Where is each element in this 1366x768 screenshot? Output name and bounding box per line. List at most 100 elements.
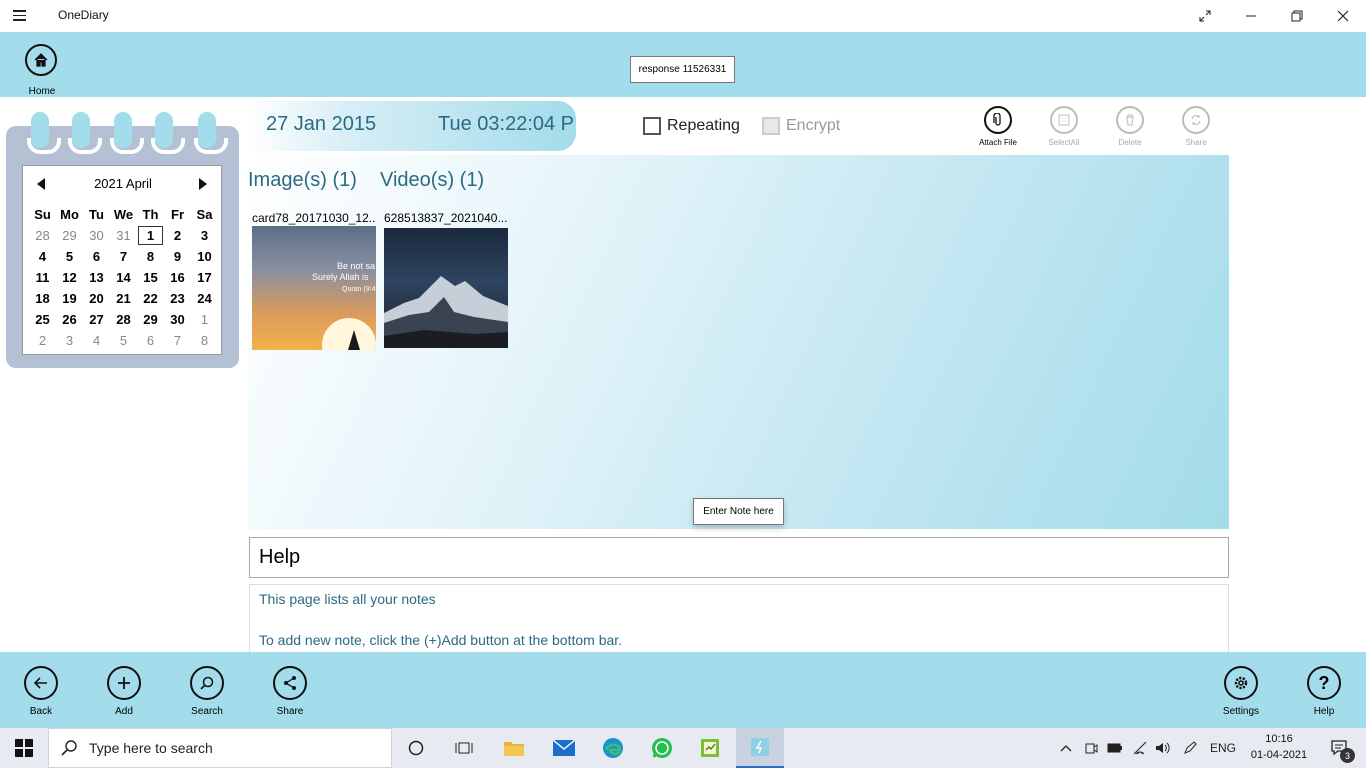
tab-images[interactable]: Image(s) (1) [248,169,357,192]
calendar-day[interactable]: 3 [56,330,83,351]
clock-date: 01-04-2021 [1250,749,1308,761]
restore-icon[interactable] [1274,0,1320,32]
tab-videos[interactable]: Video(s) (1) [380,169,484,192]
add-button[interactable]: Add [99,666,149,717]
edge-browser-icon[interactable] [589,728,637,768]
calendar-day[interactable]: 8 [191,330,218,351]
encrypt-checkbox[interactable]: Encrypt [762,117,840,135]
taskbar-search-box[interactable]: Type here to search [48,728,392,768]
cortana-icon[interactable] [392,728,440,768]
calendar-day[interactable]: 4 [29,246,56,267]
calendar-grid: Su Mo Tu We Th Fr Sa 28 29 30 31 1 2 3 4 5 6 7 8 9 10 11 12 13 1… [29,204,218,351]
calendar-day[interactable]: 24 [191,288,218,309]
calendar-day[interactable]: 2 [164,225,191,246]
help-button[interactable]: ? Help [1299,666,1349,717]
note-title-input[interactable] [249,537,1229,578]
question-icon: ? [1307,666,1341,700]
calendar-day[interactable]: 11 [29,267,56,288]
battery-icon[interactable] [1104,728,1126,768]
pen-workspace-icon[interactable] [1178,728,1202,768]
hamburger-menu-icon[interactable] [13,8,33,24]
calendar-day[interactable]: 6 [83,246,110,267]
settings-button[interactable]: Settings [1216,666,1266,717]
search-button[interactable]: Search [182,666,232,717]
mail-icon[interactable] [540,728,588,768]
calendar-day[interactable]: 28 [29,225,56,246]
minimize-icon[interactable] [1228,0,1274,32]
share-toolbar-button[interactable]: Share [1171,106,1221,147]
image-thumbnail[interactable]: Be not sa Surely Allah is Quran (9:4 [252,226,376,350]
calendar-day[interactable]: 29 [137,309,164,330]
volume-icon[interactable] [1152,728,1174,768]
calendar-day[interactable]: 6 [137,330,164,351]
video-thumbnail[interactable] [384,228,508,348]
language-indicator[interactable]: ENG [1206,728,1240,768]
calendar-day[interactable]: 3 [191,225,218,246]
calendar-day[interactable]: 21 [110,288,137,309]
calendar-day[interactable]: 10 [191,246,218,267]
select-all-button[interactable]: SelectAll [1039,106,1089,147]
calendar-day[interactable]: 30 [83,225,110,246]
calendar-day[interactable]: 28 [110,309,137,330]
calendar-day[interactable]: 1 [137,225,164,246]
note-line-2: To add new note, click the (+)Add button… [259,632,623,648]
calendar-day[interactable]: 4 [83,330,110,351]
notes-app-icon[interactable] [686,728,734,768]
next-month-icon[interactable] [199,178,207,190]
fullscreen-icon[interactable] [1182,0,1228,32]
calendar-day[interactable]: 7 [164,330,191,351]
calendar-day[interactable]: 25 [29,309,56,330]
onediary-taskbar-icon[interactable] [736,728,784,768]
close-icon[interactable] [1320,0,1366,32]
repeating-checkbox[interactable]: Repeating [643,117,740,135]
calendar-day[interactable]: 5 [56,246,83,267]
image-caption-line3: Quran (9:4 [342,286,376,293]
calendar-day[interactable]: 12 [56,267,83,288]
calendar-day[interactable]: 14 [110,267,137,288]
calendar-day[interactable]: 8 [137,246,164,267]
notifications-button[interactable]: 3 [1320,728,1360,768]
calendar-day[interactable]: 9 [164,246,191,267]
date-banner[interactable]: 27 Jan 2015 Tue 03:22:04 P [248,101,576,151]
calendar-day[interactable]: 7 [110,246,137,267]
calendar-day-header: Sa [196,207,213,222]
calendar-day[interactable]: 1 [191,309,218,330]
task-view-icon[interactable] [440,728,488,768]
calendar-day[interactable]: 26 [56,309,83,330]
attach-file-button[interactable]: Attach File [973,106,1023,147]
windows-taskbar: Type here to search ENG 10:16 01-04-2021… [0,728,1366,768]
calendar-day[interactable]: 22 [137,288,164,309]
taskbar-clock[interactable]: 10:16 01-04-2021 [1244,731,1314,763]
calendar-day[interactable]: 27 [83,309,110,330]
calendar-day[interactable]: 5 [110,330,137,351]
home-button[interactable]: Home [25,44,59,97]
whatsapp-icon[interactable] [638,728,686,768]
back-button[interactable]: Back [16,666,66,717]
entry-date: 27 Jan 2015 [266,113,377,135]
back-label: Back [29,706,53,717]
calendar-day[interactable]: 30 [164,309,191,330]
share-button[interactable]: Share [265,666,315,717]
calendar-day[interactable]: 31 [110,225,137,246]
calendar-day[interactable]: 23 [164,288,191,309]
note-body[interactable]: This page lists all your notes To add ne… [249,584,1229,652]
calendar-day[interactable]: 19 [56,288,83,309]
delete-button[interactable]: Delete [1105,106,1155,147]
calendar-day[interactable]: 18 [29,288,56,309]
calendar-day[interactable]: 13 [83,267,110,288]
calendar-day-header: Fr [171,207,184,222]
windows-start-icon[interactable] [0,728,48,768]
file-explorer-icon[interactable] [490,728,538,768]
calendar-day[interactable]: 2 [29,330,56,351]
meet-now-icon[interactable] [1080,728,1102,768]
wifi-icon[interactable] [1128,728,1152,768]
taskbar-search-placeholder: Type here to search [89,740,213,756]
calendar-day[interactable]: 20 [83,288,110,309]
calendar-day[interactable]: 16 [164,267,191,288]
image-caption-line1: Be not sa [337,261,376,271]
calendar-day[interactable]: 15 [137,267,164,288]
calendar-day-header: Th [142,207,159,222]
show-hidden-icons-icon[interactable] [1056,728,1076,768]
calendar-day[interactable]: 17 [191,267,218,288]
calendar-day[interactable]: 29 [56,225,83,246]
